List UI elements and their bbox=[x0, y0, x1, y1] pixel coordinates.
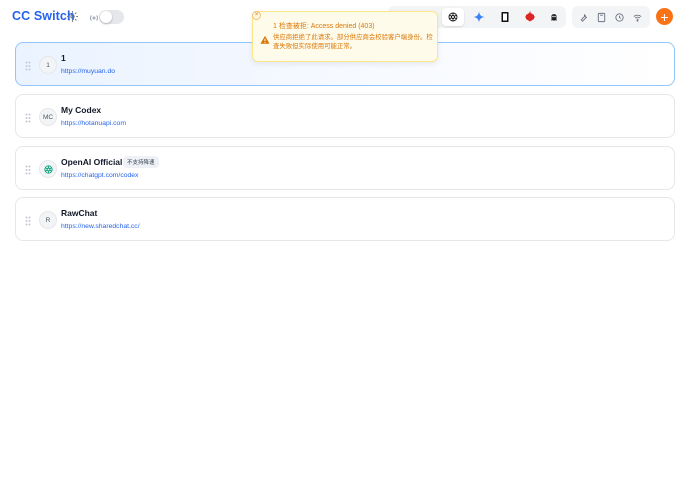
warning-triangle-icon bbox=[260, 32, 270, 44]
provider-name: OpenAI Official bbox=[61, 157, 123, 167]
add-provider-button[interactable]: + bbox=[656, 8, 673, 25]
gemini-icon bbox=[473, 11, 485, 23]
app-switch-gemini[interactable] bbox=[468, 8, 490, 26]
provider-avatar: MC bbox=[39, 108, 57, 126]
openai-icon bbox=[448, 12, 458, 22]
provider-url[interactable]: https://chatgpt.com/codex bbox=[61, 172, 138, 179]
wrench-icon[interactable] bbox=[575, 9, 591, 25]
provider-name: My Codex bbox=[61, 105, 102, 115]
toast-title: 1 检查被拒: Access denied (403) bbox=[273, 23, 375, 30]
warning-toast: × 1 检查被拒: Access denied (403) 供应商拒绝了此请求。… bbox=[252, 11, 438, 62]
provider-avatar: R bbox=[39, 211, 57, 229]
openai-avatar-icon bbox=[39, 160, 57, 178]
toast-description: 供应商拒绝了此请求。部分供应商会校验客户端身份。检查失败但实际使用可能正常。 bbox=[273, 34, 433, 50]
toolbar bbox=[572, 6, 650, 28]
provider-url[interactable]: https://new.sharedchat.cc/ bbox=[61, 223, 140, 230]
signal-icon[interactable] bbox=[629, 9, 645, 25]
mascot-app-icon bbox=[551, 14, 557, 21]
proxy-toggle[interactable] bbox=[99, 10, 124, 24]
app-switch-openai[interactable] bbox=[442, 8, 464, 26]
toast-close-button[interactable]: × bbox=[252, 11, 261, 20]
red-app-icon bbox=[525, 11, 535, 22]
provider-badge: 不支持降速 bbox=[123, 156, 159, 168]
provider-name: 1 bbox=[61, 53, 66, 63]
provider-card[interactable]: R RawChat https://new.sharedchat.cc/ bbox=[15, 197, 675, 241]
drag-handle-icon[interactable] bbox=[25, 58, 31, 71]
drag-handle-icon[interactable] bbox=[25, 110, 31, 123]
provider-url[interactable]: https://muyuan.do bbox=[61, 68, 115, 75]
book-icon[interactable] bbox=[593, 9, 609, 25]
app-switch-red[interactable] bbox=[519, 8, 541, 26]
provider-name: RawChat bbox=[61, 208, 98, 218]
drag-handle-icon[interactable] bbox=[25, 213, 31, 226]
settings-gear-icon[interactable] bbox=[66, 10, 80, 24]
history-icon[interactable] bbox=[611, 9, 627, 25]
provider-card[interactable]: OpenAI Official 不支持降速 https://chatgpt.co… bbox=[15, 146, 675, 190]
app-switch-terminal[interactable] bbox=[494, 8, 516, 26]
terminal-app-icon bbox=[501, 12, 509, 22]
toggle-knob bbox=[100, 11, 112, 23]
provider-avatar: 1 bbox=[39, 56, 57, 74]
drag-handle-icon[interactable] bbox=[25, 162, 31, 175]
app-switch-mascot[interactable] bbox=[543, 8, 565, 26]
provider-url[interactable]: https://hotanuapi.com bbox=[61, 120, 126, 127]
provider-card[interactable]: MC My Codex https://hotanuapi.com bbox=[15, 94, 675, 138]
